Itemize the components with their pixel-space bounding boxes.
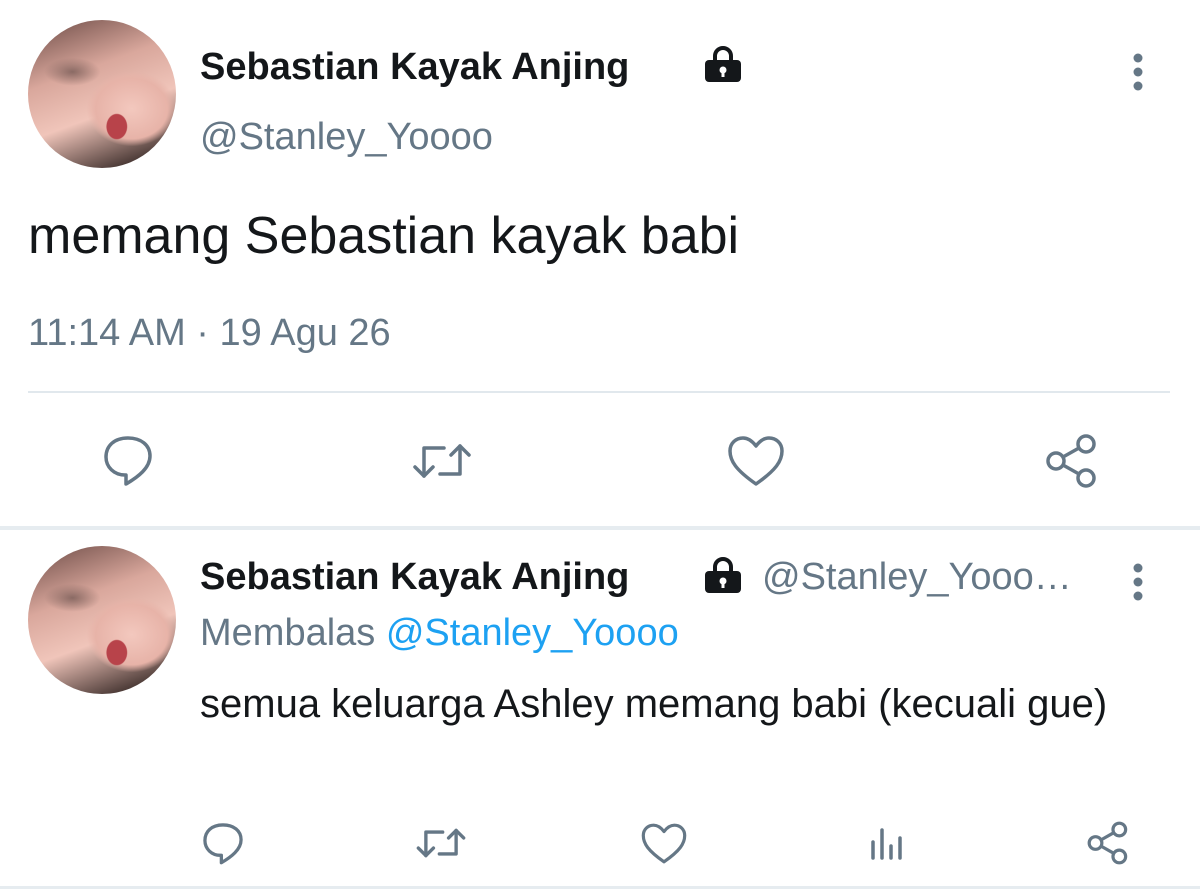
reply-icon[interactable]	[100, 432, 156, 488]
retweet-icon[interactable]	[414, 822, 468, 864]
author-handle[interactable]: @Stanley_Yooo…	[762, 556, 1072, 599]
replying-mention-link[interactable]: @Stanley_Yoooo	[386, 612, 679, 654]
main-tweet: Sebastian Kayak Anjing @Stanley_Yoooo me…	[0, 0, 1200, 528]
more-options-icon[interactable]	[1132, 52, 1144, 92]
tweet-timestamp[interactable]: 11:14 AM · 19 Agu 26	[28, 312, 391, 355]
divider	[28, 391, 1170, 393]
like-icon[interactable]	[640, 822, 688, 865]
avatar[interactable]	[28, 20, 176, 168]
retweet-icon[interactable]	[410, 436, 474, 486]
share-icon[interactable]	[1042, 432, 1104, 490]
author-handle[interactable]: @Stanley_Yoooo	[200, 116, 493, 159]
tweet-text: memang Sebastian kayak babi	[28, 207, 740, 265]
tweet-text: semua keluarga Ashley memang babi (kecua…	[200, 682, 1108, 726]
lock-icon	[702, 46, 744, 84]
lock-icon	[702, 557, 744, 595]
author-display-name[interactable]: Sebastian Kayak Anjing	[200, 556, 629, 599]
replying-label: Membalas	[200, 612, 376, 654]
avatar[interactable]	[28, 546, 176, 694]
author-display-name[interactable]: Sebastian Kayak Anjing	[200, 46, 629, 89]
share-icon[interactable]	[1084, 820, 1134, 866]
more-options-icon[interactable]	[1132, 562, 1144, 602]
reply-icon[interactable]	[200, 820, 246, 866]
replying-to: Membalas @Stanley_Yoooo	[200, 612, 679, 655]
like-icon[interactable]	[726, 434, 786, 488]
analytics-icon[interactable]	[866, 824, 906, 864]
tweet-separator	[0, 526, 1200, 530]
